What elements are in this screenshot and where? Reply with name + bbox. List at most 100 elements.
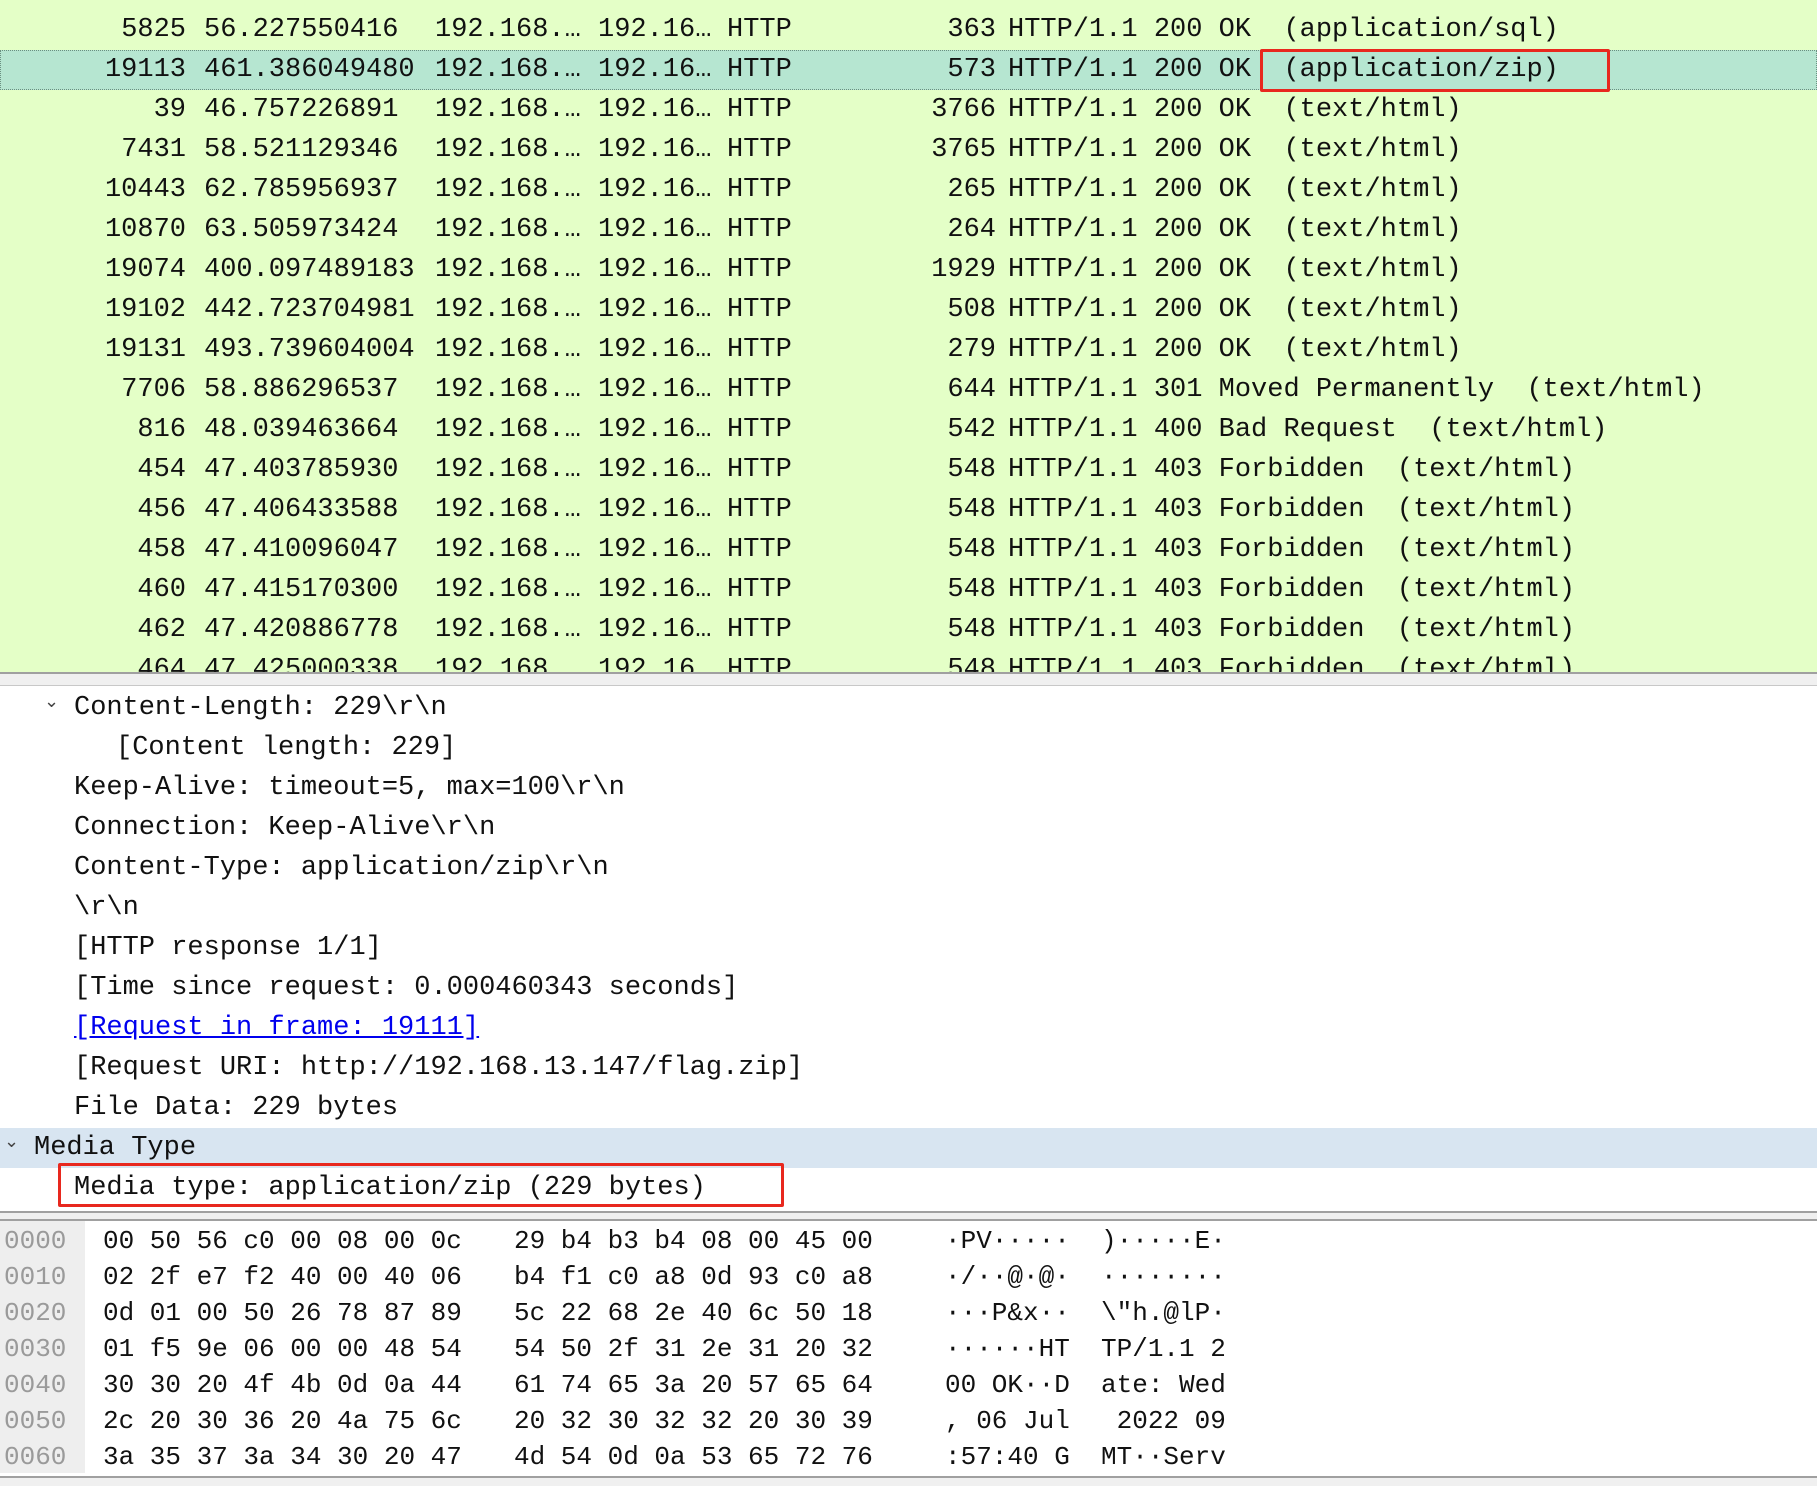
packet-number: 464 [137,655,186,672]
packet-source: 192.168.… [435,175,581,205]
packet-number: 39 [153,95,186,125]
ascii-bytes[interactable]: ···P&x·· \"h.@lP· [945,1295,1226,1331]
hex-row[interactable]: 0020 0d 01 00 50 26 78 87 89 5c 22 68 2e 4… [0,1295,1817,1331]
hex-bytes[interactable]: b4 f1 c0 a8 0d 93 c0 a8 [514,1259,873,1295]
hex-bytes[interactable]: 00 50 56 c0 00 08 00 0c [103,1223,462,1259]
packet-length: 279 [947,335,996,365]
packet-row[interactable]: 19074 400.097489183 192.168.… 192.16… HTTP 19… [0,250,1817,290]
tree-item[interactable]: [Time since request: 0.000460343 seconds… [0,968,1817,1008]
packet-row[interactable]: 19102 442.723704981 192.168.… 192.16… HTTP 50… [0,290,1817,330]
chevron-down-icon[interactable]: ⌄ [4,1122,19,1162]
hex-bytes[interactable]: 29 b4 b3 b4 08 00 45 00 [514,1223,873,1259]
packet-number: 454 [137,455,186,485]
hex-row[interactable]: 0010 02 2f e7 f2 40 00 40 06 b4 f1 c0 a8 0… [0,1259,1817,1295]
hex-row[interactable]: 0040 30 30 20 4f 4b 0d 0a 44 61 74 65 3a 2… [0,1367,1817,1403]
packet-row[interactable]: 816 48.039463664 192.168.… 192.16… HTTP 542 HT… [0,410,1817,450]
tree-item[interactable]: [Content length: 229] [0,728,1817,768]
tree-item[interactable]: ⌄ Content-Length: 229\r\n [0,688,1817,728]
packet-list[interactable]: 5825 56.227550416 192.168.… 192.16… HTTP 363 H… [0,0,1817,672]
packet-row[interactable]: 458 47.410096047 192.168.… 192.16… HTTP 548 HT… [0,530,1817,570]
packet-info: HTTP/1.1 200 OK (text/html) [1008,255,1462,285]
tree-item[interactable]: [HTTP response 1/1] [0,928,1817,968]
packet-row[interactable]: 19131 493.739604004 192.168.… 192.16… HTTP 27… [0,330,1817,370]
tree-item[interactable]: Connection: Keep-Alive\r\n [0,808,1817,848]
packet-info: HTTP/1.1 200 OK (application/sql) [1008,15,1559,45]
packet-protocol: HTTP [727,335,792,365]
packet-source: 192.168.… [435,135,581,165]
hex-bytes[interactable]: 5c 22 68 2e 40 6c 50 18 [514,1295,873,1331]
hex-row[interactable]: 0030 01 f5 9e 06 00 00 48 54 54 50 2f 31 2… [0,1331,1817,1367]
tree-section-media-type[interactable]: ⌄ Media Type [0,1128,1817,1168]
packet-time: 47.406433588 [204,495,399,525]
hex-offset: 0010 [4,1262,67,1292]
packet-source: 192.168.… [435,655,581,672]
hex-row[interactable]: 0050 2c 20 30 36 20 4a 75 6c 20 32 30 32 3… [0,1403,1817,1439]
packet-row[interactable]: 7706 58.886296537 192.168.… 192.16… HTTP 644 H… [0,370,1817,410]
tree-item[interactable]: Keep-Alive: timeout=5, max=100\r\n [0,768,1817,808]
packet-source: 192.168.… [435,415,581,445]
hex-bytes[interactable]: 54 50 2f 31 2e 31 20 32 [514,1331,873,1367]
packet-time: 47.420886778 [204,615,399,645]
ascii-bytes[interactable]: ·PV····· )·····E· [945,1223,1226,1259]
tree-item[interactable]: Content-Type: application/zip\r\n [0,848,1817,888]
packet-row[interactable]: 10870 63.505973424 192.168.… 192.16… HTTP 264… [0,210,1817,250]
packet-row[interactable]: 7431 58.521129346 192.168.… 192.16… HTTP 3765… [0,130,1817,170]
hex-bytes[interactable]: 30 30 20 4f 4b 0d 0a 44 [103,1367,462,1403]
packet-source: 192.168.… [435,495,581,525]
packet-time: 47.410096047 [204,535,399,565]
tree-item-label: Keep-Alive: timeout=5, max=100\r\n [74,773,625,803]
packet-row[interactable]: 464 47.425000338 192.168.… 192.16… HTTP 548 HT… [0,650,1817,672]
packet-row[interactable]: 10443 62.785956937 192.168.… 192.16… HTTP 265… [0,170,1817,210]
tree-item[interactable]: [Request URI: http://192.168.13.147/flag… [0,1048,1817,1088]
packet-row[interactable]: 5825 56.227550416 192.168.… 192.16… HTTP 363 H… [0,10,1817,50]
packet-row[interactable]: 454 47.403785930 192.168.… 192.16… HTTP 548 HT… [0,450,1817,490]
tree-item[interactable]: \r\n [0,888,1817,928]
ascii-bytes[interactable]: :57:40 G MT··Serv [945,1439,1226,1475]
hex-bytes[interactable]: 01 f5 9e 06 00 00 48 54 [103,1331,462,1367]
packet-source: 192.168.… [435,535,581,565]
packet-bytes-pane[interactable]: 0000 00 50 56 c0 00 08 00 0c 29 b4 b3 b4 0… [0,1221,1817,1476]
tree-item-label[interactable]: [Request in frame: 19111] [74,1008,479,1048]
hex-row[interactable]: 0000 00 50 56 c0 00 08 00 0c 29 b4 b3 b4 0… [0,1223,1817,1259]
horizontal-scrollbar[interactable] [0,1476,1817,1486]
tree-item[interactable]: [Request in frame: 19111] [0,1008,1817,1048]
hex-row[interactable]: 0060 3a 35 37 3a 34 30 20 47 4d 54 0d 0a 5… [0,1439,1817,1475]
packet-time: 442.723704981 [204,295,415,325]
packet-number: 19102 [104,295,186,325]
packet-row[interactable]: 460 47.415170300 192.168.… 192.16… HTTP 548 HT… [0,570,1817,610]
packet-protocol: HTTP [727,415,792,445]
ascii-bytes[interactable]: ······HT TP/1.1 2 [945,1331,1226,1367]
pane-splitter[interactable] [0,672,1817,686]
tree-item-label: [Time since request: 0.000460343 seconds… [74,973,739,1003]
hex-bytes[interactable]: 61 74 65 3a 20 57 65 64 [514,1367,873,1403]
packet-row[interactable]: 456 47.406433588 192.168.… 192.16… HTTP 548 HT… [0,490,1817,530]
hex-bytes[interactable]: 0d 01 00 50 26 78 87 89 [103,1295,462,1331]
ascii-bytes[interactable]: ·/··@·@· ········ [945,1259,1226,1295]
packet-source: 192.168.… [435,335,581,365]
packet-time: 493.739604004 [204,335,415,365]
ascii-bytes[interactable]: 00 OK··D ate: Wed [945,1367,1226,1403]
packet-time: 461.386049480 [204,55,415,85]
hex-bytes[interactable]: 02 2f e7 f2 40 00 40 06 [103,1259,462,1295]
hex-offset: 0030 [4,1334,67,1364]
hex-bytes[interactable]: 20 32 30 32 32 20 30 39 [514,1403,873,1439]
tree-item[interactable]: File Data: 229 bytes [0,1088,1817,1128]
packet-number: 10443 [104,175,186,205]
packet-destination: 192.16… [598,135,712,165]
packet-row[interactable]: 462 47.420886778 192.168.… 192.16… HTTP 548 HT… [0,610,1817,650]
hex-offset: 0050 [4,1406,67,1436]
pane-splitter[interactable] [0,1211,1817,1221]
packet-row[interactable]: 39 46.757226891 192.168.… 192.16… HTTP 3766 HT… [0,90,1817,130]
packet-destination: 192.16… [598,535,712,565]
hex-bytes[interactable]: 3a 35 37 3a 34 30 20 47 [103,1439,462,1475]
packet-info: HTTP/1.1 200 OK (text/html) [1008,335,1462,365]
packet-details-pane[interactable]: ⌄ Content-Length: 229\r\n [Content length:… [0,686,1817,1211]
hex-bytes[interactable]: 2c 20 30 36 20 4a 75 6c [103,1403,462,1439]
packet-protocol: HTTP [727,95,792,125]
packet-length: 548 [947,615,996,645]
ascii-bytes[interactable]: , 06 Jul 2022 09 [945,1403,1226,1439]
hex-bytes[interactable]: 4d 54 0d 0a 53 65 72 76 [514,1439,873,1475]
packet-source: 192.168.… [435,615,581,645]
chevron-down-icon[interactable]: ⌄ [44,682,59,722]
packet-time: 400.097489183 [204,255,415,285]
